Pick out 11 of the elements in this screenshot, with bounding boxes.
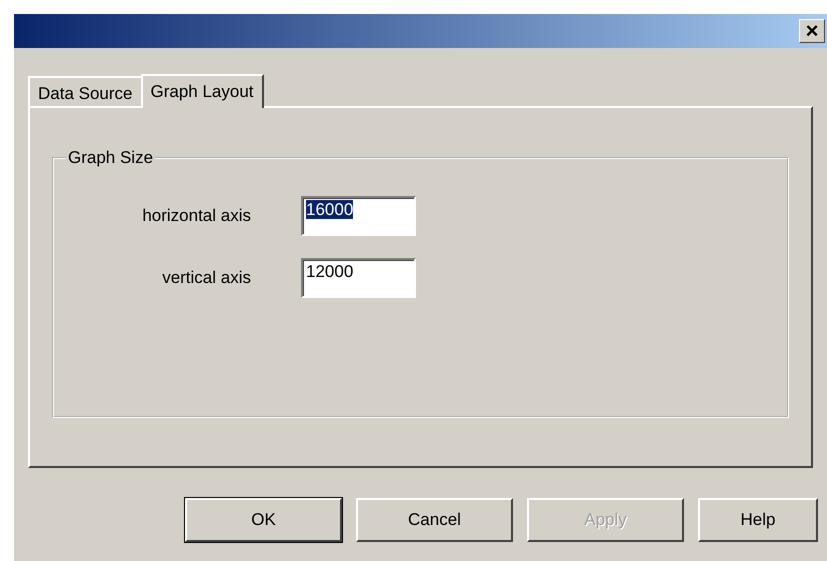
tab[interactable]: Data Source (28, 76, 142, 106)
group-title: Graph Size (67, 148, 154, 168)
dialog-button[interactable]: Help (698, 498, 818, 542)
tab[interactable]: Graph Layout (140, 74, 264, 108)
dialog-button[interactable]: Cancel (356, 498, 513, 542)
dialog-button[interactable]: OK (185, 498, 342, 542)
field-label: horizontal axis (141, 206, 251, 226)
close-button[interactable]: × (799, 19, 825, 43)
field-label: vertical axis (161, 268, 251, 288)
input-field[interactable]: 12000 (301, 258, 416, 298)
input-field[interactable]: 16000 (301, 196, 416, 236)
